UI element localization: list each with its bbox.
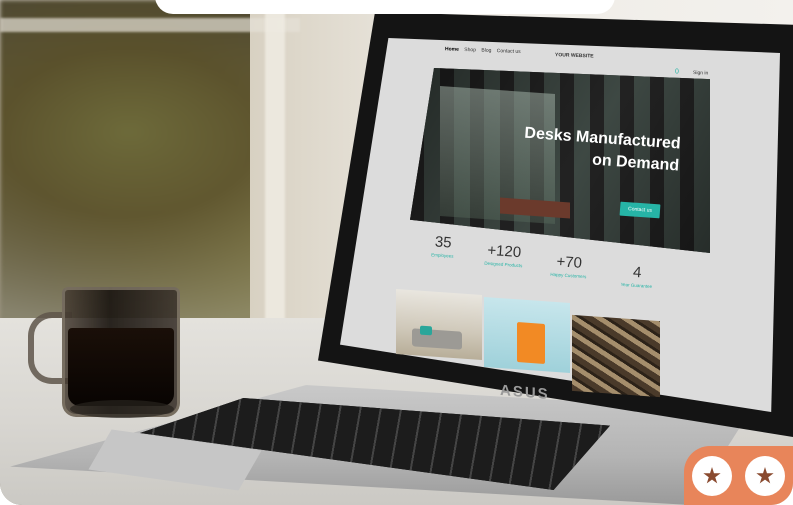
orange-chair-image [517, 322, 545, 364]
nav-blog[interactable]: Blog [481, 48, 491, 54]
star-icon [756, 467, 774, 484]
stat-guarantee: 4 Year Guarantee [617, 263, 657, 290]
mug-base [70, 400, 174, 418]
star-icon [703, 467, 721, 484]
nav-shop[interactable]: Shop [464, 47, 476, 53]
window-frame-vertical [265, 0, 285, 330]
nav-links: Home Shop Blog Contact us [445, 46, 525, 55]
stat-value: 35 [434, 233, 453, 252]
nav-contact[interactable]: Contact us [497, 48, 521, 55]
cart-icon[interactable]: 0 [675, 68, 679, 75]
top-frame-cutout [155, 0, 615, 14]
product-tile-wood[interactable] [572, 314, 660, 398]
photo-scene: ASUS Home Shop Blog Contact us YOUR WEBS… [0, 0, 793, 505]
sign-in-link[interactable]: Sign in [693, 70, 708, 77]
nav-home[interactable]: Home [445, 46, 459, 52]
window-frame [0, 18, 300, 32]
coffee [68, 328, 174, 406]
star-button-2[interactable] [745, 456, 785, 496]
site-logo[interactable]: YOUR WEBSITE [555, 52, 594, 59]
stat-products: +120 Designed Products [483, 242, 525, 269]
stat-customers: +70 Happy Customers [548, 253, 590, 280]
stat-value: +70 [555, 253, 583, 272]
sofa-pillow [420, 325, 432, 336]
stat-value: +120 [486, 241, 522, 262]
stat-employees: 35 Employees [424, 233, 462, 259]
product-tile-sofa[interactable] [396, 288, 482, 361]
star-button-1[interactable] [692, 456, 732, 496]
stat-value: 4 [632, 263, 642, 282]
contact-us-button[interactable]: Contact us [619, 201, 661, 219]
